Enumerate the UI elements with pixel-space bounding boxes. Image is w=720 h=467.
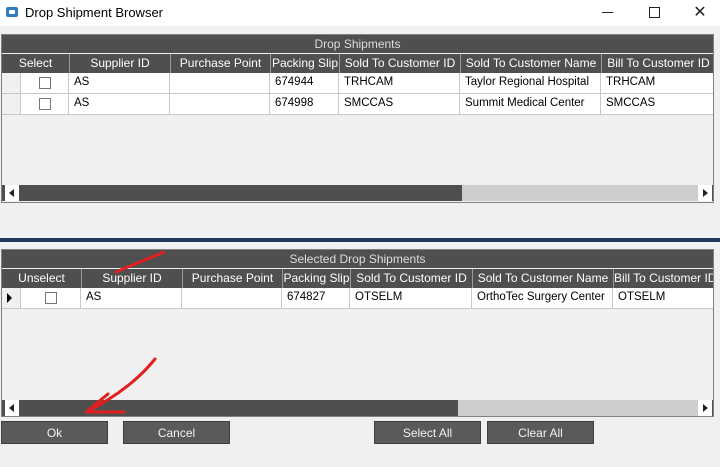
bill-to-customer-id-cell[interactable]: OTSELM — [613, 288, 713, 309]
column-header-unselect[interactable]: Unselect — [2, 269, 81, 288]
sold-to-customer-name-cell[interactable]: OrthoTec Surgery Center — [472, 288, 613, 309]
packing-slip-cell[interactable]: 674827 — [282, 288, 350, 309]
close-button[interactable]: ✕ — [677, 0, 720, 26]
panel-splitter[interactable] — [0, 238, 720, 242]
grid-caption: Drop Shipments — [2, 35, 713, 53]
cancel-button[interactable]: Cancel — [123, 421, 230, 444]
window-title: Drop Shipment Browser — [25, 5, 163, 20]
column-header-bill-to-customer-id[interactable]: Bill To Customer ID — [613, 269, 713, 288]
column-header-sold-to-customer-name[interactable]: Sold To Customer Name — [460, 54, 601, 73]
grid-caption: Selected Drop Shipments — [2, 250, 713, 268]
minimize-icon — [602, 12, 613, 13]
scroll-left-icon — [9, 189, 14, 197]
horizontal-scrollbar[interactable] — [2, 185, 713, 201]
column-header-supplier-id[interactable]: Supplier ID — [69, 54, 170, 73]
select-checkbox[interactable] — [39, 77, 51, 89]
app-icon — [6, 7, 18, 17]
selected-drop-shipments-grid: Selected Drop Shipments Unselect Supplie… — [1, 249, 714, 417]
scrollbar-thumb[interactable] — [462, 185, 698, 201]
scroll-right-icon — [703, 189, 708, 197]
drop-shipments-grid: Drop Shipments Select Supplier ID Purcha… — [1, 34, 714, 203]
purchase-point-cell[interactable] — [170, 73, 270, 94]
column-header-sold-to-customer-id[interactable]: Sold To Customer ID — [339, 54, 460, 73]
table-row[interactable]: AS 674998 SMCCAS Summit Medical Center S… — [2, 94, 713, 115]
row-header[interactable] — [2, 288, 21, 309]
table-row[interactable]: AS 674944 TRHCAM Taylor Regional Hospita… — [2, 73, 713, 94]
horizontal-scrollbar[interactable] — [2, 400, 713, 416]
minimize-button[interactable] — [585, 0, 631, 26]
sold-to-customer-id-cell[interactable]: TRHCAM — [339, 73, 460, 94]
unselect-checkbox[interactable] — [45, 292, 57, 304]
column-header-packing-slip[interactable]: Packing Slip — [282, 269, 350, 288]
column-header-bill-to-customer-id[interactable]: Bill To Customer ID — [601, 54, 713, 73]
column-header-purchase-point[interactable]: Purchase Point — [182, 269, 282, 288]
select-cell[interactable] — [21, 73, 69, 94]
title-bar: Drop Shipment Browser ✕ — [0, 0, 720, 26]
table-row[interactable]: AS 674827 OTSELM OrthoTec Surgery Center… — [2, 288, 713, 309]
maximize-icon — [649, 7, 660, 18]
purchase-point-cell[interactable] — [170, 94, 270, 115]
column-header-packing-slip[interactable]: Packing Slip — [270, 54, 339, 73]
scroll-left-icon — [9, 404, 14, 412]
scroll-left-button[interactable] — [5, 185, 19, 201]
current-row-arrow-icon — [7, 293, 12, 303]
column-header-row: Unselect Supplier ID Purchase Point Pack… — [2, 269, 713, 288]
select-all-button[interactable]: Select All — [374, 421, 481, 444]
purchase-point-cell[interactable] — [182, 288, 282, 309]
scroll-right-button[interactable] — [698, 400, 712, 416]
clear-all-button[interactable]: Clear All — [487, 421, 594, 444]
unselect-cell[interactable] — [21, 288, 81, 309]
packing-slip-cell[interactable]: 674998 — [270, 94, 339, 115]
column-header-purchase-point[interactable]: Purchase Point — [170, 54, 270, 73]
maximize-button[interactable] — [631, 0, 677, 26]
row-header[interactable] — [2, 73, 21, 94]
bill-to-customer-id-cell[interactable]: TRHCAM — [601, 73, 713, 94]
scroll-left-button[interactable] — [5, 400, 19, 416]
sold-to-customer-name-cell[interactable]: Taylor Regional Hospital — [460, 73, 601, 94]
bill-to-customer-id-cell[interactable]: SMCCAS — [601, 94, 713, 115]
packing-slip-cell[interactable]: 674944 — [270, 73, 339, 94]
column-header-sold-to-customer-name[interactable]: Sold To Customer Name — [472, 269, 613, 288]
column-header-select[interactable]: Select — [2, 54, 69, 73]
select-checkbox[interactable] — [39, 98, 51, 110]
row-header[interactable] — [2, 94, 21, 115]
close-icon: ✕ — [693, 4, 707, 21]
supplier-id-cell[interactable]: AS — [81, 288, 182, 309]
column-header-row: Select Supplier ID Purchase Point Packin… — [2, 54, 713, 73]
supplier-id-cell[interactable]: AS — [69, 94, 170, 115]
sold-to-customer-id-cell[interactable]: OTSELM — [350, 288, 472, 309]
sold-to-customer-name-cell[interactable]: Summit Medical Center — [460, 94, 601, 115]
column-header-sold-to-customer-id[interactable]: Sold To Customer ID — [350, 269, 472, 288]
scroll-right-icon — [703, 404, 708, 412]
select-cell[interactable] — [21, 94, 69, 115]
supplier-id-cell[interactable]: AS — [69, 73, 170, 94]
scrollbar-thumb[interactable] — [458, 400, 698, 416]
scroll-right-button[interactable] — [698, 185, 712, 201]
column-header-supplier-id[interactable]: Supplier ID — [81, 269, 182, 288]
ok-button[interactable]: Ok — [1, 421, 108, 444]
sold-to-customer-id-cell[interactable]: SMCCAS — [339, 94, 460, 115]
